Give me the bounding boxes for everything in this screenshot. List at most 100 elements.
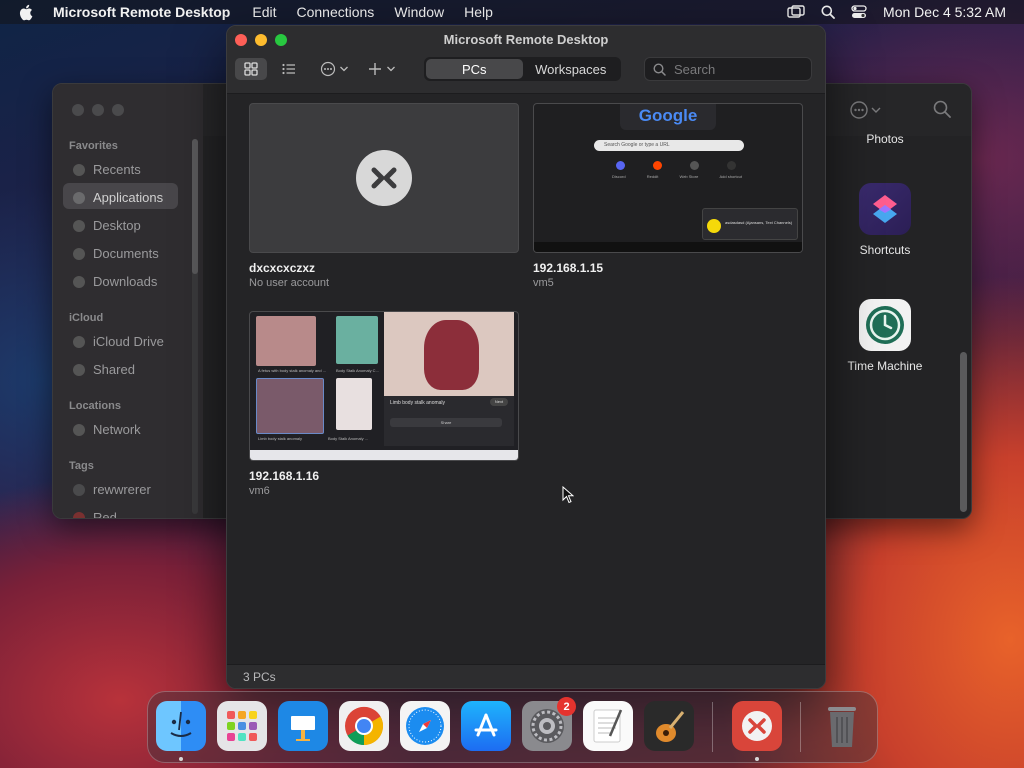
chevron-down-icon	[871, 107, 881, 113]
preview-next-button: Next	[490, 398, 508, 406]
finder-more-actions-button[interactable]	[849, 100, 881, 120]
dock-finder[interactable]	[156, 701, 206, 751]
dock-safari[interactable]	[400, 701, 450, 751]
image-result-thumbnail	[336, 316, 378, 364]
preview-share-button: Share	[390, 418, 502, 427]
dock-launchpad[interactable]	[217, 701, 267, 751]
app-store-icon	[474, 713, 498, 737]
sidebar-item-applications[interactable]: Applications	[93, 190, 163, 205]
finder-zoom-button[interactable]	[112, 104, 124, 116]
add-shortcut-icon	[727, 161, 736, 170]
finder-minimize-button[interactable]	[92, 104, 104, 116]
pc-card[interactable]: Google Search Google or type a URL Disco…	[533, 103, 803, 289]
remote-taskbar	[250, 450, 518, 460]
dock-textedit[interactable]	[583, 701, 633, 751]
sidebar-item-tag-red[interactable]: Red	[93, 510, 117, 518]
icloud-section-title: iCloud	[69, 312, 104, 324]
apple-icon[interactable]	[18, 4, 36, 21]
google-shortcut-labels: Discord Reddit Web Store Add shortcut	[612, 174, 742, 179]
sidebar-item-shared[interactable]: Shared	[93, 362, 135, 377]
remote-desktop-logo-icon	[356, 150, 412, 206]
finder-close-button[interactable]	[72, 104, 84, 116]
google-search-bar: Search Google or type a URL	[594, 140, 744, 151]
dock-chrome[interactable]	[339, 701, 389, 751]
chevron-down-icon	[387, 66, 395, 72]
icloud-drive-icon	[73, 336, 85, 348]
shortcut-label: Reddit	[646, 174, 659, 179]
pc-thumbnail-screenshot[interactable]: A fetus with body stalk anomaly and ... …	[249, 311, 519, 461]
menu-help[interactable]: Help	[464, 4, 493, 20]
search-icon[interactable]	[821, 5, 835, 19]
app-photos[interactable]: Photos	[825, 132, 945, 146]
pc-card[interactable]: A fetus with body stalk anomaly and ... …	[249, 311, 519, 497]
search-input[interactable]	[674, 61, 794, 77]
shortcuts-icon	[859, 183, 911, 235]
plus-icon	[369, 63, 381, 75]
app-shortcuts-label: Shortcuts	[859, 243, 911, 257]
menu-edit[interactable]: Edit	[252, 4, 276, 20]
control-center-icon[interactable]	[851, 5, 867, 19]
add-button[interactable]	[363, 58, 401, 80]
image-preview-panel: Limb body stalk anomaly Next Share	[384, 396, 514, 446]
finder-content-scrollbar[interactable]	[960, 352, 967, 512]
google-doodle: Google	[620, 104, 716, 130]
pc-grid: dxcxcxczxz No user account Google Search…	[227, 94, 825, 666]
app-time-machine[interactable]: Time Machine	[825, 299, 945, 373]
dock-garageband[interactable]	[644, 701, 694, 751]
tag-red-dot-icon	[73, 512, 85, 518]
menu-bar: Microsoft Remote Desktop Edit Connection…	[0, 0, 1024, 24]
remote-desktop-window: Microsoft Remote Desktop PCs Workspaces	[226, 25, 826, 689]
app-photos-label: Photos	[866, 132, 904, 146]
image-result-thumbnail-selected	[256, 378, 324, 434]
tab-workspaces[interactable]: Workspaces	[523, 59, 620, 79]
favorites-section-title: Favorites	[69, 140, 118, 152]
sidebar-item-desktop[interactable]: Desktop	[93, 218, 141, 233]
menu-window[interactable]: Window	[394, 4, 444, 20]
screen-mirror-icon[interactable]	[787, 5, 805, 19]
dock-keynote[interactable]	[278, 701, 328, 751]
more-actions-button[interactable]	[315, 58, 353, 80]
grid-view-button[interactable]	[235, 58, 267, 80]
pc-subtitle: No user account	[249, 277, 330, 289]
app-time-machine-label: Time Machine	[847, 359, 923, 373]
dock-app-store[interactable]	[461, 701, 511, 751]
dock-separator	[800, 702, 801, 752]
rd-running-indicator	[755, 757, 759, 761]
pc-thumbnail-screenshot[interactable]: Google Search Google or type a URL Disco…	[533, 103, 803, 253]
tags-section-title: Tags	[69, 460, 94, 472]
list-icon	[282, 63, 295, 75]
finder-running-indicator	[179, 757, 183, 761]
pc-thumbnail-placeholder[interactable]	[249, 103, 519, 253]
window-title: Microsoft Remote Desktop	[443, 32, 609, 47]
textedit-icon	[593, 709, 623, 743]
documents-icon	[73, 248, 85, 260]
sidebar-item-documents[interactable]: Documents	[93, 246, 159, 261]
pc-count-footer: 3 PCs	[227, 664, 825, 688]
sidebar-item-icloud-drive[interactable]: iCloud Drive	[93, 334, 164, 349]
tab-pcs[interactable]: PCs	[426, 59, 523, 79]
mouse-cursor-icon	[562, 485, 575, 509]
dock-microsoft-remote-desktop[interactable]	[732, 701, 782, 751]
finder-search-button[interactable]	[933, 100, 951, 123]
trash-icon	[828, 707, 856, 747]
pc-card[interactable]: dxcxcxczxz No user account	[249, 103, 519, 289]
sidebar-scrollbar[interactable]	[192, 139, 198, 274]
list-view-button[interactable]	[275, 58, 303, 80]
sidebar-item-tag-rewwrerer[interactable]: rewwrerer	[93, 482, 151, 497]
menu-connections[interactable]: Connections	[296, 4, 374, 20]
grid-icon	[244, 62, 258, 76]
launchpad-icon	[227, 711, 257, 741]
notification-avatar-icon	[707, 219, 721, 233]
sidebar-item-network[interactable]: Network	[93, 422, 141, 437]
search-icon	[933, 100, 951, 118]
downloads-icon	[73, 276, 85, 288]
sidebar-item-downloads[interactable]: Downloads	[93, 274, 157, 289]
app-menu-title[interactable]: Microsoft Remote Desktop	[53, 4, 230, 20]
dock-trash[interactable]	[817, 701, 867, 751]
sidebar-item-recents[interactable]: Recents	[93, 162, 141, 177]
menubar-clock[interactable]: Mon Dec 4 5:32 AM	[883, 4, 1006, 20]
pc-name: 192.168.1.15	[533, 261, 604, 275]
app-shortcuts[interactable]: Shortcuts	[825, 183, 945, 257]
search-field[interactable]	[644, 57, 812, 81]
desktop-icon	[73, 220, 85, 232]
